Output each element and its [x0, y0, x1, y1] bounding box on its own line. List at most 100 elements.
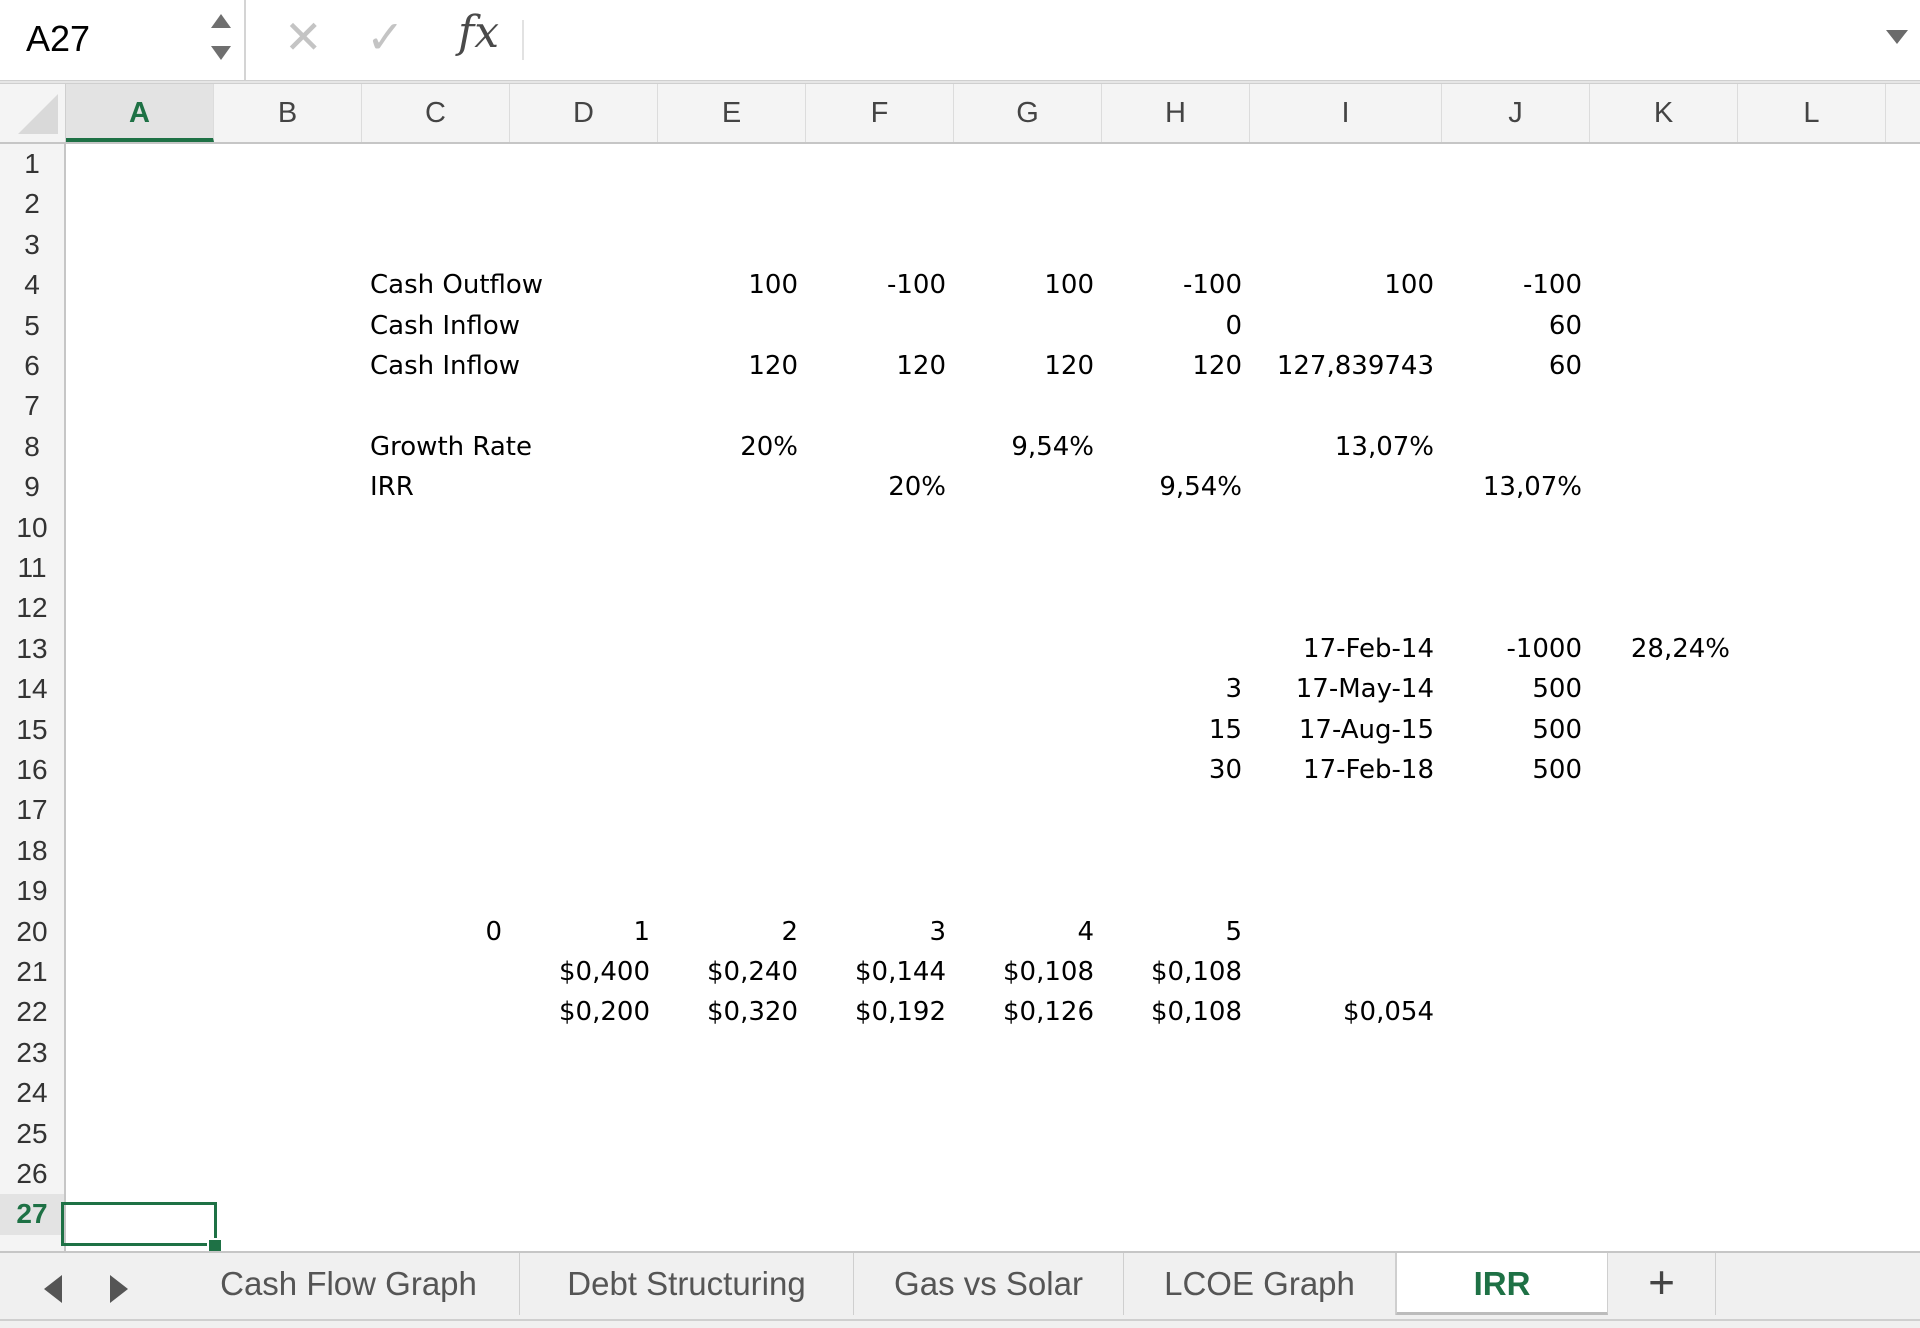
- cell-j9[interactable]: 13,07%: [1442, 467, 1582, 507]
- column-header-i[interactable]: I: [1250, 84, 1442, 142]
- cell-c8[interactable]: Growth Rate: [370, 427, 532, 467]
- cell-e20[interactable]: 2: [658, 912, 798, 952]
- row-header-13[interactable]: 13: [0, 629, 64, 669]
- column-header-l[interactable]: L: [1738, 84, 1886, 142]
- cell-g8[interactable]: 9,54%: [954, 427, 1094, 467]
- column-header-e[interactable]: E: [658, 84, 806, 142]
- row-header-15[interactable]: 15: [0, 710, 64, 750]
- row-header-6[interactable]: 6: [0, 346, 64, 386]
- cell-g22[interactable]: $0,126: [954, 992, 1094, 1032]
- cell-h16[interactable]: 30: [1102, 750, 1242, 790]
- row-header-20[interactable]: 20: [0, 912, 64, 952]
- add-sheet-button[interactable]: +: [1608, 1253, 1716, 1315]
- row-header-4[interactable]: 4: [0, 265, 64, 305]
- cell-g4[interactable]: 100: [954, 265, 1094, 305]
- cell-i22[interactable]: $0,054: [1250, 992, 1434, 1032]
- next-sheet-icon[interactable]: [110, 1275, 128, 1303]
- spinner-down-icon[interactable]: [211, 46, 231, 60]
- expand-formula-bar-icon[interactable]: [1886, 30, 1908, 44]
- row-header-10[interactable]: 10: [0, 508, 64, 548]
- row-header-18[interactable]: 18: [0, 831, 64, 871]
- row-header-1[interactable]: 1: [0, 144, 64, 184]
- row-header-14[interactable]: 14: [0, 669, 64, 709]
- row-header-21[interactable]: 21: [0, 952, 64, 992]
- cell-j5[interactable]: 60: [1442, 306, 1582, 346]
- row-header-24[interactable]: 24: [0, 1073, 64, 1113]
- row-header-22[interactable]: 22: [0, 992, 64, 1032]
- cell-f20[interactable]: 3: [806, 912, 946, 952]
- cell-d20[interactable]: 1: [510, 912, 650, 952]
- cell-g21[interactable]: $0,108: [954, 952, 1094, 992]
- cancel-icon[interactable]: ✕: [284, 14, 323, 60]
- active-cell-a27[interactable]: [61, 1202, 217, 1246]
- column-header-h[interactable]: H: [1102, 84, 1250, 142]
- name-box-value[interactable]: A27: [26, 18, 90, 60]
- cell-f4[interactable]: -100: [806, 265, 946, 305]
- row-header-2[interactable]: 2: [0, 184, 64, 224]
- cell-h14[interactable]: 3: [1102, 669, 1242, 709]
- cell-j14[interactable]: 500: [1442, 669, 1582, 709]
- sheet-tab-irr[interactable]: IRR: [1396, 1253, 1608, 1315]
- cell-i15[interactable]: 17-Aug-15: [1250, 710, 1434, 750]
- cell-i14[interactable]: 17-May-14: [1250, 669, 1434, 709]
- cell-d22[interactable]: $0,200: [510, 992, 650, 1032]
- row-header-23[interactable]: 23: [0, 1033, 64, 1073]
- row-header-7[interactable]: 7: [0, 386, 64, 426]
- column-header-k[interactable]: K: [1590, 84, 1738, 142]
- select-all-button[interactable]: [0, 84, 66, 142]
- cell-g6[interactable]: 120: [954, 346, 1094, 386]
- row-header-3[interactable]: 3: [0, 225, 64, 265]
- row-header-11[interactable]: 11: [0, 548, 64, 588]
- row-header-19[interactable]: 19: [0, 871, 64, 911]
- row-header-25[interactable]: 25: [0, 1114, 64, 1154]
- enter-icon[interactable]: ✓: [366, 14, 405, 60]
- cell-e21[interactable]: $0,240: [658, 952, 798, 992]
- cell-h9[interactable]: 9,54%: [1102, 467, 1242, 507]
- row-header-26[interactable]: 26: [0, 1154, 64, 1194]
- cell-h22[interactable]: $0,108: [1102, 992, 1242, 1032]
- row-header-8[interactable]: 8: [0, 427, 64, 467]
- cell-g20[interactable]: 4: [954, 912, 1094, 952]
- cell-c4[interactable]: Cash Outflow: [370, 265, 543, 305]
- cell-e6[interactable]: 120: [658, 346, 798, 386]
- name-box-spinner-icon[interactable]: [207, 8, 235, 68]
- cell-h15[interactable]: 15: [1102, 710, 1242, 750]
- cell-grid[interactable]: Cash Outflow 100 -100 100 -100 100 -100 Cash In…: [66, 144, 1920, 1251]
- spinner-up-icon[interactable]: [211, 14, 231, 28]
- cell-c20[interactable]: 0: [362, 912, 502, 952]
- cell-i6[interactable]: 127,839743: [1250, 346, 1434, 386]
- column-header-a[interactable]: A: [66, 84, 214, 142]
- cell-i16[interactable]: 17-Feb-18: [1250, 750, 1434, 790]
- sheet-tab-gas-vs-solar[interactable]: Gas vs Solar: [854, 1253, 1124, 1315]
- sheet-tab-debt-structuring[interactable]: Debt Structuring: [520, 1253, 854, 1315]
- column-header-b[interactable]: B: [214, 84, 362, 142]
- column-header-c[interactable]: C: [362, 84, 510, 142]
- row-header-27[interactable]: 27: [0, 1194, 64, 1235]
- cell-f21[interactable]: $0,144: [806, 952, 946, 992]
- cell-j13[interactable]: -1000: [1442, 629, 1582, 669]
- cell-j6[interactable]: 60: [1442, 346, 1582, 386]
- cell-i13[interactable]: 17-Feb-14: [1250, 629, 1434, 669]
- previous-sheet-icon[interactable]: [44, 1275, 62, 1303]
- cell-f22[interactable]: $0,192: [806, 992, 946, 1032]
- sheet-tab-cash-flow-graph[interactable]: Cash Flow Graph: [178, 1253, 520, 1315]
- cell-h6[interactable]: 120: [1102, 346, 1242, 386]
- cell-e8[interactable]: 20%: [658, 427, 798, 467]
- cell-j4[interactable]: -100: [1442, 265, 1582, 305]
- cell-c9[interactable]: IRR: [370, 467, 414, 507]
- row-header-12[interactable]: 12: [0, 588, 64, 628]
- cell-h5[interactable]: 0: [1102, 306, 1242, 346]
- cell-i8[interactable]: 13,07%: [1250, 427, 1434, 467]
- cell-f9[interactable]: 20%: [806, 467, 946, 507]
- row-header-16[interactable]: 16: [0, 750, 64, 790]
- row-header-17[interactable]: 17: [0, 790, 64, 830]
- column-header-f[interactable]: F: [806, 84, 954, 142]
- insert-function-icon[interactable]: fx: [458, 10, 499, 56]
- cell-h4[interactable]: -100: [1102, 265, 1242, 305]
- cell-h21[interactable]: $0,108: [1102, 952, 1242, 992]
- cell-i4[interactable]: 100: [1250, 265, 1434, 305]
- cell-j16[interactable]: 500: [1442, 750, 1582, 790]
- cell-h20[interactable]: 5: [1102, 912, 1242, 952]
- name-box[interactable]: A27: [0, 0, 246, 80]
- row-header-9[interactable]: 9: [0, 467, 64, 507]
